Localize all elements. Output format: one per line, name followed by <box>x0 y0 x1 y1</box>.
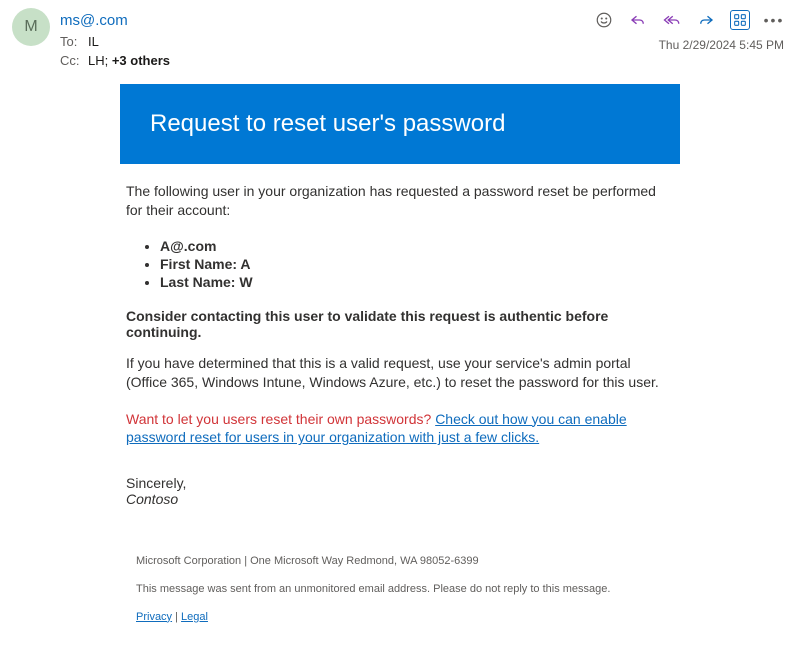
footer-address: Microsoft Corporation | One Microsoft Wa… <box>136 553 664 571</box>
cc-value: LH; +3 others <box>88 53 170 68</box>
user-details-list: A@.com First Name: A Last Name: W <box>160 238 674 290</box>
first-name-item: First Name: A <box>160 256 674 272</box>
cc-label: Cc: <box>60 53 88 68</box>
cc-others[interactable]: +3 others <box>112 53 170 68</box>
promo-text: Want to let you users reset their own pa… <box>126 410 674 448</box>
footer-note: This message was sent from an unmonitore… <box>136 581 664 599</box>
privacy-link[interactable]: Privacy <box>136 611 172 623</box>
banner-title: Request to reset user's password <box>120 84 680 164</box>
cc-row: Cc: LH; +3 others <box>60 51 594 70</box>
email-body: Request to reset user's password The fol… <box>120 84 680 636</box>
last-name-item: Last Name: W <box>160 274 674 290</box>
user-email-item: A@.com <box>160 238 674 254</box>
to-row: To: IL <box>60 32 594 51</box>
email-footer: Microsoft Corporation | One Microsoft Wa… <box>126 537 674 636</box>
reply-all-icon[interactable] <box>662 10 682 30</box>
legal-link[interactable]: Legal <box>181 611 208 623</box>
reply-icon[interactable] <box>628 10 648 30</box>
more-icon[interactable]: ••• <box>764 10 784 30</box>
validate-warning: Consider contacting this user to validat… <box>126 308 674 340</box>
to-value: IL <box>88 34 99 49</box>
message-actions: ••• <box>594 8 784 32</box>
signature-company: Contoso <box>126 491 674 507</box>
to-label: To: <box>60 34 88 49</box>
avatar: M <box>12 8 50 46</box>
email-header: M ms@.com To: IL Cc: LH; +3 others <box>0 0 800 74</box>
valid-request-text: If you have determined that this is a va… <box>126 354 674 392</box>
smiley-icon[interactable] <box>594 10 614 30</box>
timestamp: Thu 2/29/2024 5:45 PM <box>659 32 784 52</box>
sincerely: Sincerely, <box>126 475 674 491</box>
apps-icon[interactable] <box>730 10 750 30</box>
from-email[interactable]: ms@.com <box>60 12 128 29</box>
intro-text: The following user in your organization … <box>126 182 674 220</box>
forward-icon[interactable] <box>696 10 716 30</box>
